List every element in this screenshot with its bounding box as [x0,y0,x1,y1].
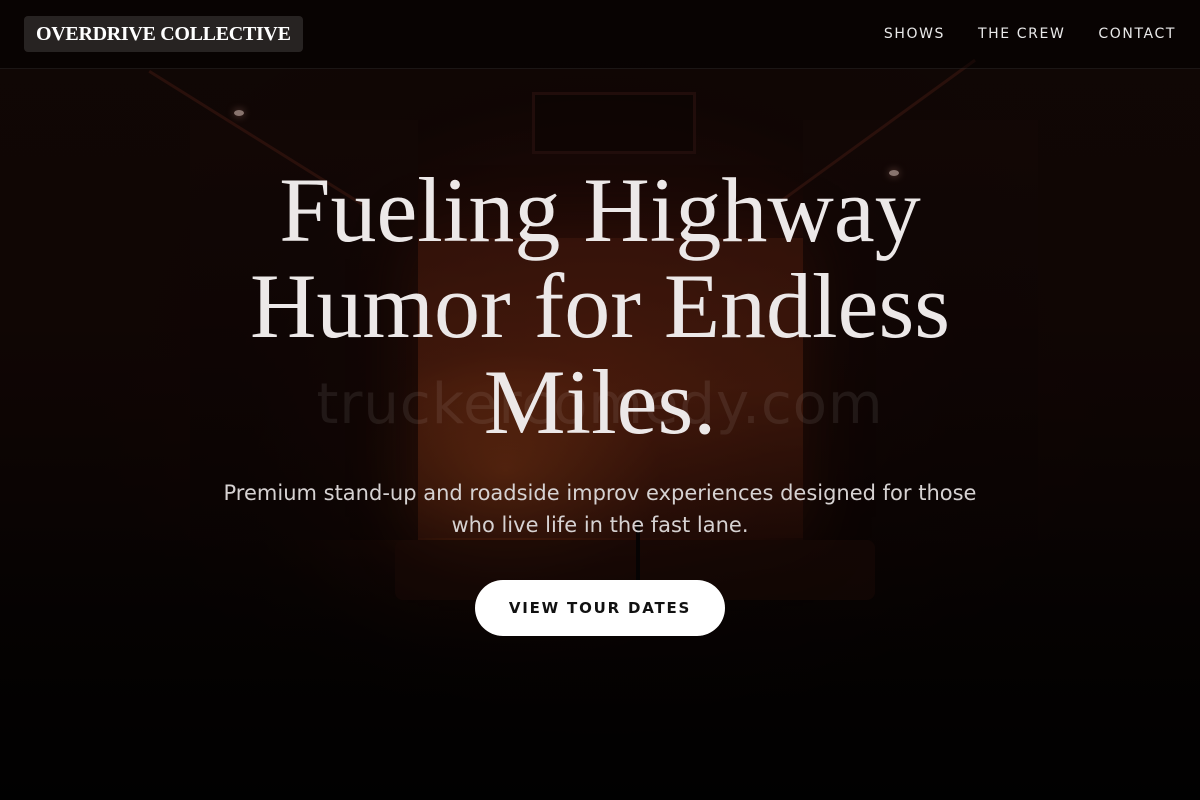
hero-title-line: Fueling Highway [279,159,921,261]
main-nav: SHOWS THE CREW CONTACT [884,24,1176,44]
hero-title: Fueling Highway Humor for Endless Miles. [150,162,1050,450]
site-header: OVERDRIVE COLLECTIVE SHOWS THE CREW CONT… [0,0,1200,69]
hero-subtitle-line: who live life in the fast lane. [451,513,749,537]
nav-link-shows[interactable]: SHOWS [884,24,945,44]
hero-title-line: Humor for Endless [249,255,951,357]
landing-page: truckercomedy.com OVERDRIVE COLLECTIVE S… [0,0,1200,800]
hero-subtitle-line: Premium stand-up and roadside improv exp… [223,481,977,505]
hero-title-line: Miles. [483,351,717,453]
view-tour-dates-button[interactable]: VIEW TOUR DATES [475,580,725,636]
brand-logo[interactable]: OVERDRIVE COLLECTIVE [24,16,303,52]
hero-subtitle: Premium stand-up and roadside improv exp… [170,477,1030,541]
nav-link-contact[interactable]: CONTACT [1098,24,1176,44]
nav-link-the-crew[interactable]: THE CREW [978,24,1065,44]
